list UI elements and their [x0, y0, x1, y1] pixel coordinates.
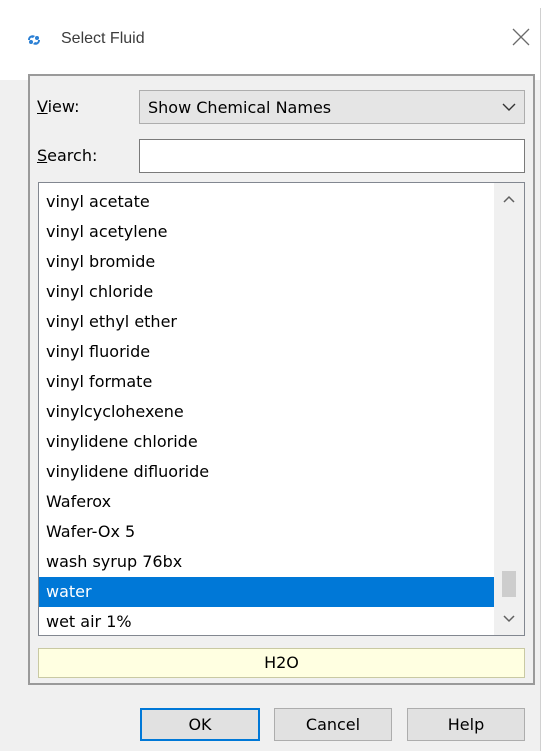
list-scrollbar[interactable] [494, 183, 524, 635]
list-item[interactable]: vinylidene difluoride [39, 457, 494, 487]
list-item[interactable]: vinyl acetylene [39, 217, 494, 247]
list-item[interactable]: Waferox [39, 487, 494, 517]
list-item[interactable]: vinyl fluoride [39, 337, 494, 367]
help-button[interactable]: Help [407, 708, 525, 741]
list-item[interactable]: vinyl ethyl ether [39, 307, 494, 337]
list-item[interactable]: wet air 1% [39, 607, 494, 635]
scroll-thumb[interactable] [502, 571, 516, 597]
view-dropdown-value: Show Chemical Names [148, 98, 332, 117]
view-label: View: [37, 97, 80, 116]
list-item[interactable]: Wafer-Ox 5 [39, 517, 494, 547]
ok-button[interactable]: OK [140, 708, 260, 741]
dialog-title: Select Fluid [61, 30, 145, 47]
title-bar: Select Fluid [0, 0, 543, 80]
fluid-list[interactable]: vinyl acetate vinyl acetylene vinyl brom… [38, 182, 525, 636]
search-label: Search: [37, 146, 98, 165]
list-item[interactable]: vinyl chloride [39, 277, 494, 307]
cancel-button[interactable]: Cancel [274, 708, 392, 741]
close-icon[interactable] [510, 26, 532, 48]
list-item[interactable]: wash syrup 76bx [39, 547, 494, 577]
list-item[interactable]: vinylcyclohexene [39, 397, 494, 427]
window-border [540, 8, 541, 751]
list-item-selected[interactable]: water [39, 577, 494, 607]
view-dropdown[interactable]: Show Chemical Names [139, 90, 525, 124]
chevron-down-icon [502, 103, 516, 111]
list-item[interactable]: vinyl formate [39, 367, 494, 397]
list-item[interactable]: vinyl bromide [39, 247, 494, 277]
scroll-down-icon[interactable] [503, 615, 515, 623]
list-item[interactable]: vinylidene chloride [39, 427, 494, 457]
app-icon [28, 35, 40, 45]
scroll-up-icon[interactable] [503, 195, 515, 203]
chemical-formula: H2O [38, 648, 525, 678]
search-input[interactable] [139, 139, 525, 173]
list-item[interactable]: vinyl acetate [39, 187, 494, 217]
